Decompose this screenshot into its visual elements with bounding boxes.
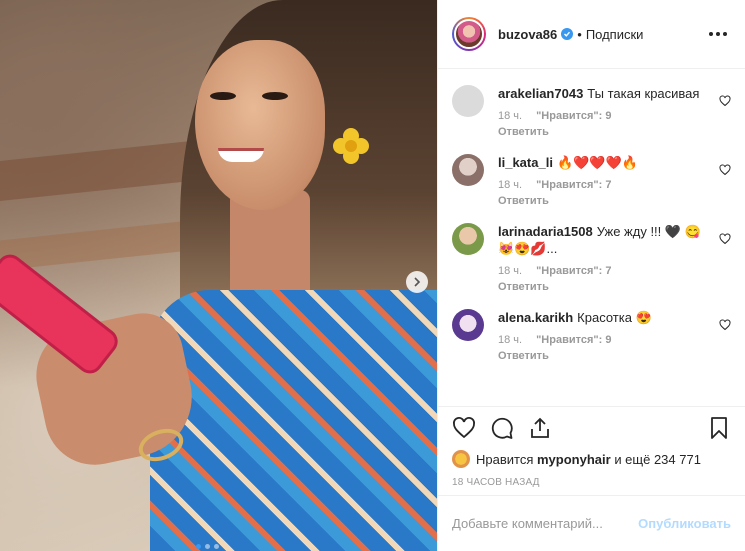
liker-avatar[interactable] — [452, 450, 470, 468]
comment-item: alena.karikh Красотка 😍 18 ч. "Нравится": … — [452, 293, 731, 362]
comment-likes[interactable]: "Нравится": 7 — [536, 179, 611, 191]
comment-item: arakelian7043 Ты такая красивая 18 ч. "Нра… — [452, 69, 731, 138]
post-header: buzova86 • Подписки — [438, 0, 745, 69]
comment-time[interactable]: 18 ч. — [498, 265, 522, 277]
slide-dot-active — [196, 544, 201, 549]
reply-button[interactable]: Ответить — [498, 126, 707, 138]
commenter-username[interactable]: arakelian7043 — [498, 86, 583, 101]
comment-time[interactable]: 18 ч. — [498, 110, 522, 122]
comment-item: li_kata_li 🔥❤️❤️❤️🔥 18 ч. "Нравится": 7 От… — [452, 138, 731, 207]
like-comment-heart-icon[interactable] — [719, 95, 731, 107]
slide-dot — [214, 544, 219, 549]
photo-face — [195, 40, 325, 210]
comment-item: larinadaria1508 Уже жду !!! 🖤 😋😻😍💋... 18 … — [452, 207, 731, 293]
liker-username[interactable]: myponyhair — [537, 452, 611, 467]
likes-summary: Нравится myponyhair и ещё 234 771 — [438, 449, 745, 469]
separator-dot: • — [577, 26, 582, 42]
verified-badge-icon — [561, 28, 574, 40]
likes-prefix: Нравится — [476, 451, 534, 467]
comment-list: arakelian7043 Ты такая красивая 18 ч. "Нра… — [438, 69, 745, 407]
comment-text: 🔥❤️❤️❤️🔥 — [556, 155, 638, 170]
reply-button[interactable]: Ответить — [498, 350, 707, 362]
commenter-avatar[interactable] — [452, 85, 484, 117]
photo-eye — [262, 92, 288, 100]
commenter-avatar[interactable] — [452, 223, 484, 255]
reply-button[interactable]: Ответить — [498, 281, 707, 293]
comment-time[interactable]: 18 ч. — [498, 334, 522, 346]
photo-flower-earring — [333, 128, 369, 164]
post-photo[interactable] — [0, 0, 437, 551]
reply-button[interactable]: Ответить — [498, 195, 707, 207]
slide-dot — [205, 544, 210, 549]
comment-time[interactable]: 18 ч. — [498, 179, 522, 191]
like-comment-heart-icon[interactable] — [719, 164, 731, 176]
photo-shirt — [150, 290, 437, 551]
post-side-panel: buzova86 • Подписки arakelian7043 Ты така… — [437, 0, 745, 551]
commenter-username[interactable]: alena.karikh — [498, 310, 573, 325]
comment-likes[interactable]: "Нравится": 9 — [536, 110, 611, 122]
share-icon[interactable] — [528, 416, 552, 440]
comment-text: Ты такая красивая — [587, 86, 700, 101]
comment-composer: Опубликовать — [438, 495, 745, 551]
like-heart-icon[interactable] — [452, 416, 476, 440]
instagram-post-view: buzova86 • Подписки arakelian7043 Ты така… — [0, 0, 745, 551]
like-comment-heart-icon[interactable] — [719, 319, 731, 331]
publish-button[interactable]: Опубликовать — [638, 516, 731, 531]
photo-eye — [210, 92, 236, 100]
comment-likes[interactable]: "Нравится": 7 — [536, 265, 611, 277]
commenter-username[interactable]: larinadaria1508 — [498, 224, 593, 239]
chevron-right-icon — [414, 277, 421, 287]
more-options-icon[interactable] — [705, 28, 731, 40]
post-actions-bar — [438, 407, 745, 449]
commenter-avatar[interactable] — [452, 154, 484, 186]
comment-input[interactable] — [452, 516, 639, 531]
commenter-username[interactable]: li_kata_li — [498, 155, 553, 170]
bookmark-icon[interactable] — [707, 416, 731, 440]
like-comment-heart-icon[interactable] — [719, 233, 731, 245]
post-timestamp[interactable]: 18 ЧАСОВ НАЗАД — [438, 469, 745, 495]
author-username[interactable]: buzova86 — [498, 27, 557, 42]
likes-count[interactable]: и ещё 234 771 — [614, 452, 701, 467]
comment-bubble-icon[interactable] — [490, 416, 514, 440]
following-button[interactable]: Подписки — [586, 27, 644, 42]
comment-likes[interactable]: "Нравится": 9 — [536, 334, 611, 346]
comment-text: Красотка 😍 — [577, 310, 652, 325]
photo-smile — [218, 148, 264, 162]
next-slide-button[interactable] — [406, 271, 428, 293]
commenter-avatar[interactable] — [452, 309, 484, 341]
slide-indicator — [196, 544, 219, 549]
author-avatar[interactable] — [452, 17, 486, 51]
